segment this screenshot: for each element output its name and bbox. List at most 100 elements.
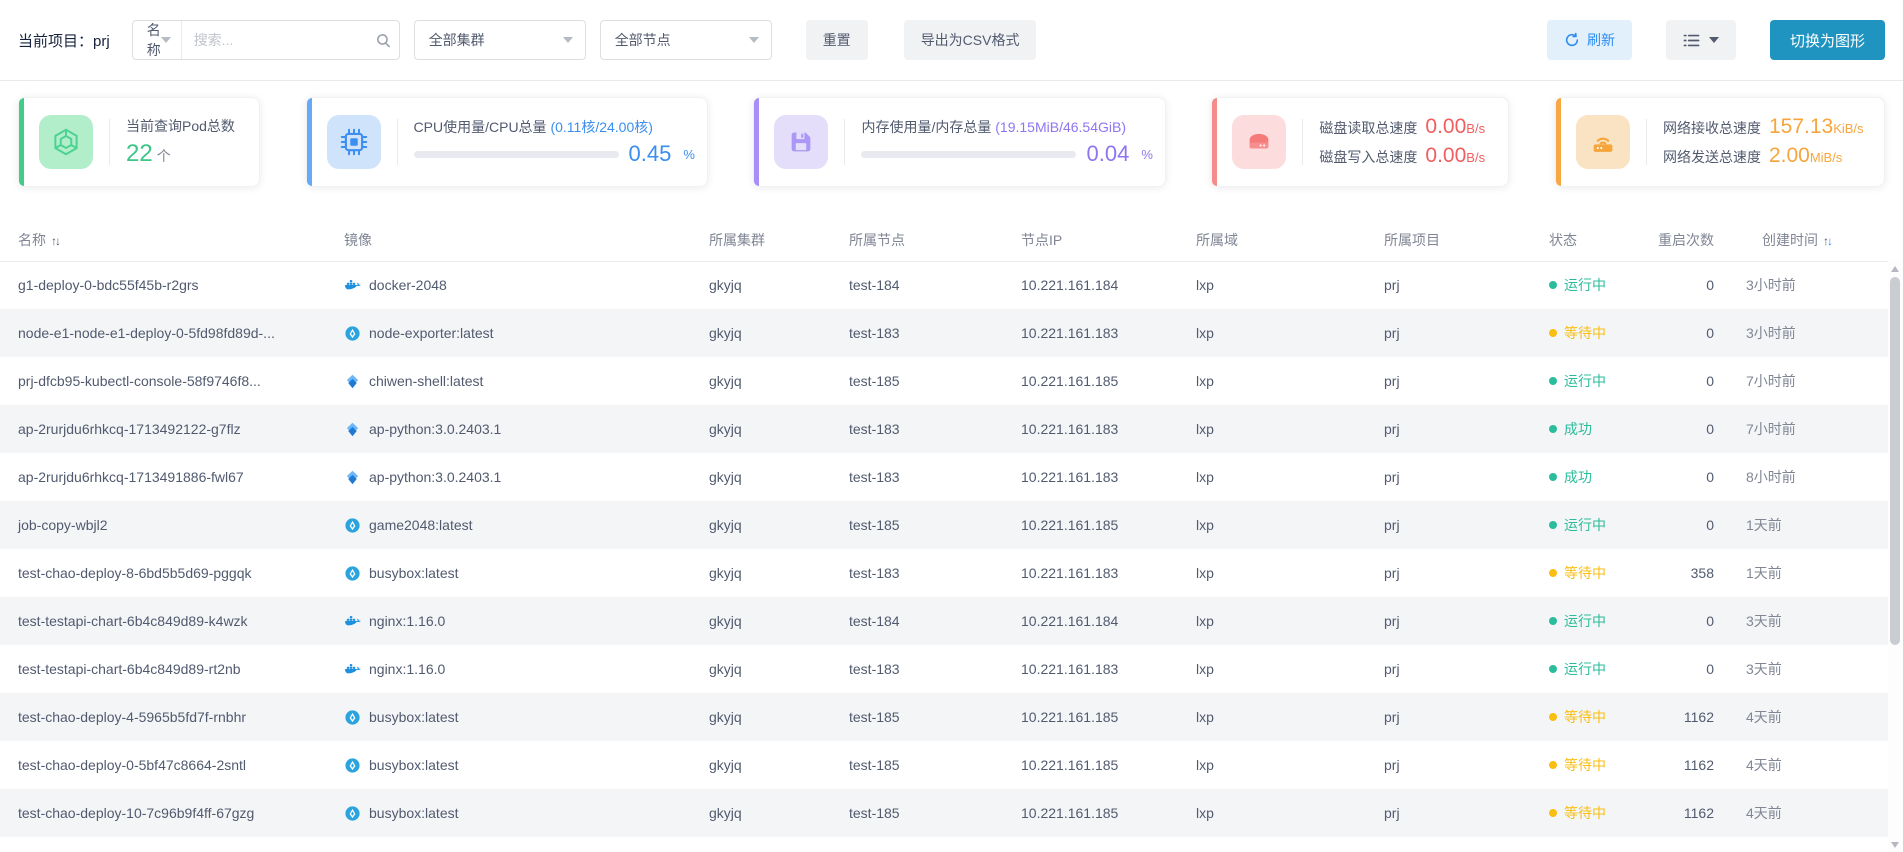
column-label: 状态 — [1549, 231, 1577, 248]
cell-status: 成功 — [1535, 453, 1640, 501]
cell-cluster: gkyjq — [709, 805, 742, 821]
export-csv-button[interactable]: 导出为CSV格式 — [903, 20, 1037, 60]
cell-project: prj — [1384, 613, 1400, 629]
refresh-label: 刷新 — [1586, 32, 1615, 48]
memory-progress-bar — [861, 150, 1077, 158]
image-name: busybox:latest — [369, 805, 459, 821]
scroll-down-icon[interactable] — [1891, 842, 1899, 848]
pod-table-body: g1-deploy-0-bdc55f45b-r2grs docker-2048 g… — [0, 261, 1888, 837]
cell-pod-name: test-chao-deploy-10-7c96b9f4ff-67gzg — [18, 805, 255, 821]
status-badge: 等待中 — [1564, 757, 1606, 773]
scroll-up-icon[interactable] — [1891, 266, 1899, 272]
cell-image: busybox:latest — [330, 789, 695, 837]
cell-created: 4天前 — [1746, 757, 1782, 773]
cell-cluster: gkyjq — [709, 709, 742, 725]
chevron-down-icon — [748, 37, 759, 43]
table-row[interactable]: test-chao-deploy-4-5965b5fd7f-rnbhr busy… — [0, 693, 1888, 741]
cell-status: 运行中 — [1535, 261, 1640, 309]
table-row[interactable]: test-chao-deploy-8-6bd5b5d69-pggqk busyb… — [0, 549, 1888, 597]
table-row[interactable]: g1-deploy-0-bdc55f45b-r2grs docker-2048 g… — [0, 261, 1888, 309]
column-settings-button[interactable] — [1665, 20, 1736, 60]
search-input[interactable] — [193, 32, 375, 48]
pod-hexagon-icon — [39, 115, 93, 169]
status-dot-icon — [1549, 569, 1557, 577]
table-row[interactable]: test-chao-deploy-0-5bf47c8664-2sntl busy… — [0, 741, 1888, 789]
column-header-name[interactable]: 名称 ↑ ↓ — [0, 219, 330, 261]
cell-image: game2048:latest — [330, 501, 695, 549]
image-name: docker-2048 — [369, 277, 447, 294]
column-header-created[interactable]: 创建时间 ↑ ↓ — [1732, 219, 1888, 261]
status-dot-icon — [1549, 809, 1557, 817]
cell-restarts: 0 — [1706, 469, 1714, 485]
network-send-value: 2.00 — [1768, 144, 1810, 167]
status-dot-icon — [1549, 521, 1557, 529]
switch-to-chart-button[interactable]: 切换为图形 — [1769, 20, 1885, 60]
table-row[interactable]: ap-2rurjdu6rhkcq-1713491886-fwl67 ap-pyt… — [0, 453, 1888, 501]
image-name: nginx:1.16.0 — [369, 613, 446, 629]
cell-domain: lxp — [1196, 613, 1214, 629]
image-name: ap-python:3.0.2403.1 — [369, 421, 502, 437]
divider — [844, 119, 846, 165]
cell-domain: lxp — [1196, 565, 1214, 581]
search-control: 名称 — [131, 20, 400, 60]
toolbar: 当前项目：prj 名称 全部集群 全部节点 重置 导出为CSV格式 刷新 — [0, 0, 1903, 81]
cell-node-ip: 10.221.161.185 — [1021, 709, 1119, 725]
cell-image: busybox:latest — [330, 741, 695, 789]
vertical-scrollbar[interactable] — [1888, 261, 1903, 852]
status-badge: 成功 — [1564, 469, 1592, 485]
status-dot-icon — [1549, 665, 1557, 673]
cell-cluster: gkyjq — [709, 325, 742, 341]
cell-project: prj — [1384, 805, 1400, 821]
reset-button[interactable]: 重置 — [805, 20, 868, 60]
cell-status: 运行中 — [1535, 645, 1640, 693]
image-name: ap-python:3.0.2403.1 — [369, 469, 502, 485]
sort-icon[interactable]: ↑ ↓ — [1823, 234, 1833, 248]
cell-restarts: 0 — [1706, 517, 1714, 533]
cell-created: 4天前 — [1746, 709, 1782, 725]
image-name: busybox:latest — [369, 565, 459, 581]
cell-node: test-184 — [849, 613, 900, 629]
table-row[interactable]: ap-2rurjdu6rhkcq-1713492122-g7flz ap-pyt… — [0, 405, 1888, 453]
cell-project: prj — [1384, 277, 1400, 294]
sort-icon[interactable]: ↑ ↓ — [51, 234, 61, 248]
table-row[interactable]: test-testapi-chart-6b4c849d89-rt2nb ngin… — [0, 645, 1888, 693]
cell-domain: lxp — [1196, 373, 1214, 389]
table-row[interactable]: test-testapi-chart-6b4c849d89-k4wzk ngin… — [0, 597, 1888, 645]
cell-domain: lxp — [1196, 325, 1214, 341]
refresh-button[interactable]: 刷新 — [1546, 20, 1632, 60]
table-header-row: 名称 ↑ ↓ 镜像 所属集群 所属节点 节点IP 所属域 所属项目 状态 重启次数 创建时间 ↑ ↓ — [0, 219, 1888, 261]
status-badge: 等待中 — [1564, 709, 1606, 725]
cell-node: test-183 — [849, 421, 900, 437]
cell-project: prj — [1384, 661, 1400, 677]
cluster-select[interactable]: 全部集群 — [413, 20, 586, 60]
divider — [1645, 119, 1647, 165]
status-dot-icon — [1549, 617, 1557, 625]
cell-node: test-185 — [849, 517, 900, 533]
cluster-select-value: 全部集群 — [428, 32, 485, 48]
memory-usage-label: 内存使用量/内存总量 — [861, 119, 992, 135]
gem-layers-icon — [346, 470, 359, 484]
container-circle-icon — [345, 757, 360, 773]
cell-node-ip: 10.221.161.185 — [1021, 373, 1119, 389]
table-row[interactable]: prj-dfcb95-kubectl-console-58f9746f8... … — [0, 357, 1888, 405]
cell-created: 4天前 — [1746, 805, 1782, 821]
table-row[interactable]: test-chao-deploy-10-7c96b9f4ff-67gzg bus… — [0, 789, 1888, 837]
disk-drive-icon — [1232, 115, 1287, 169]
scrollbar-thumb[interactable] — [1890, 277, 1900, 645]
table-row[interactable]: node-e1-node-e1-deploy-0-5fd98fd89d-... … — [0, 309, 1888, 357]
column-label: 创建时间 — [1762, 231, 1818, 248]
node-select[interactable]: 全部节点 — [599, 20, 772, 60]
search-field-select[interactable]: 名称 — [133, 21, 182, 59]
image-name: busybox:latest — [369, 757, 459, 773]
status-badge: 成功 — [1564, 421, 1592, 437]
cell-status: 运行中 — [1535, 357, 1640, 405]
cell-pod-name: g1-deploy-0-bdc55f45b-r2grs — [18, 277, 199, 294]
cell-image: docker-2048 — [330, 261, 695, 309]
cell-project: prj — [1384, 421, 1400, 437]
cell-pod-name: test-testapi-chart-6b4c849d89-k4wzk — [18, 613, 248, 629]
cell-node: test-183 — [849, 469, 900, 485]
table-row[interactable]: job-copy-wbjl2 game2048:latest gkyjq test-… — [0, 501, 1888, 549]
cell-domain: lxp — [1196, 277, 1214, 294]
cell-created: 3天前 — [1746, 613, 1782, 629]
column-header-image: 镜像 — [330, 219, 695, 261]
